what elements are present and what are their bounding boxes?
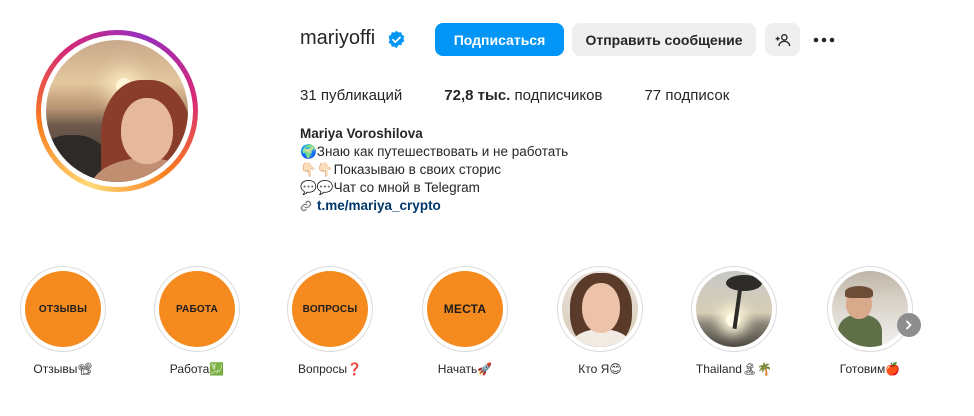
bio-line: 💬💬Чат со мной в Telegram bbox=[300, 180, 480, 195]
highlight-label: Кто Я😊 bbox=[578, 362, 622, 376]
posts-stat: 31 публикаций bbox=[300, 87, 403, 104]
highlight-cover: ОТЗЫВЫ bbox=[25, 271, 101, 347]
chevron-right-icon bbox=[906, 320, 912, 330]
highlight-item[interactable]: ВОПРОСЫ Вопросы❓ bbox=[280, 266, 380, 376]
highlight-label: Начать🚀 bbox=[437, 362, 493, 376]
bio-link[interactable]: t.me/mariya_crypto bbox=[300, 197, 568, 215]
highlight-photo bbox=[562, 271, 638, 347]
avatar-photo bbox=[46, 40, 188, 182]
highlight-item[interactable]: МЕСТА Начать🚀 bbox=[415, 266, 515, 376]
verified-badge-icon bbox=[388, 30, 405, 49]
highlight-item[interactable]: Кто Я😊 bbox=[550, 266, 650, 376]
highlight-cover: ВОПРОСЫ bbox=[292, 271, 368, 347]
highlight-item[interactable]: РАБОТА Работа💹 bbox=[147, 266, 247, 376]
add-user-icon bbox=[775, 33, 790, 46]
link-icon bbox=[300, 200, 312, 212]
highlights-next-button[interactable] bbox=[897, 313, 921, 337]
highlight-cover: МЕСТА bbox=[427, 271, 503, 347]
profile-avatar[interactable] bbox=[36, 30, 198, 192]
profile-stats: 31 публикаций 72,8 тыс. подписчиков 77 п… bbox=[300, 87, 771, 104]
highlight-item[interactable]: Thailand🏝🌴 bbox=[684, 266, 784, 376]
followers-stat[interactable]: 72,8 тыс. подписчиков bbox=[444, 87, 602, 104]
highlight-photo bbox=[696, 271, 772, 347]
following-stat[interactable]: 77 подписок bbox=[644, 87, 729, 104]
highlight-cover: РАБОТА bbox=[159, 271, 235, 347]
highlight-label: Вопросы❓ bbox=[297, 362, 363, 376]
bio-line: 🌍Знаю как путешествовать и не работать bbox=[300, 144, 569, 159]
full-name: Mariya Voroshilova bbox=[300, 126, 423, 141]
username: mariyoffi bbox=[300, 27, 376, 49]
follow-button[interactable]: Подписаться bbox=[435, 23, 564, 56]
message-button[interactable]: Отправить сообщение bbox=[572, 23, 756, 56]
add-user-button[interactable] bbox=[765, 23, 800, 56]
more-options-button[interactable] bbox=[812, 28, 836, 52]
highlight-item[interactable]: ОТЗЫВЫ Отзывы📽 bbox=[13, 266, 113, 376]
highlight-label: Готовим🍎 bbox=[839, 362, 901, 376]
highlight-label: Работа💹 bbox=[169, 362, 225, 376]
highlight-label: Отзывы📽 bbox=[33, 362, 93, 376]
bio-line: 👇🏻👇🏻Показываю в своих сторис bbox=[300, 162, 502, 177]
highlight-photo bbox=[832, 271, 908, 347]
highlight-label: Thailand🏝🌴 bbox=[695, 362, 773, 376]
more-horizontal-icon bbox=[813, 37, 835, 43]
profile-bio: Mariya Voroshilova 🌍Знаю как путешествов… bbox=[300, 125, 568, 215]
